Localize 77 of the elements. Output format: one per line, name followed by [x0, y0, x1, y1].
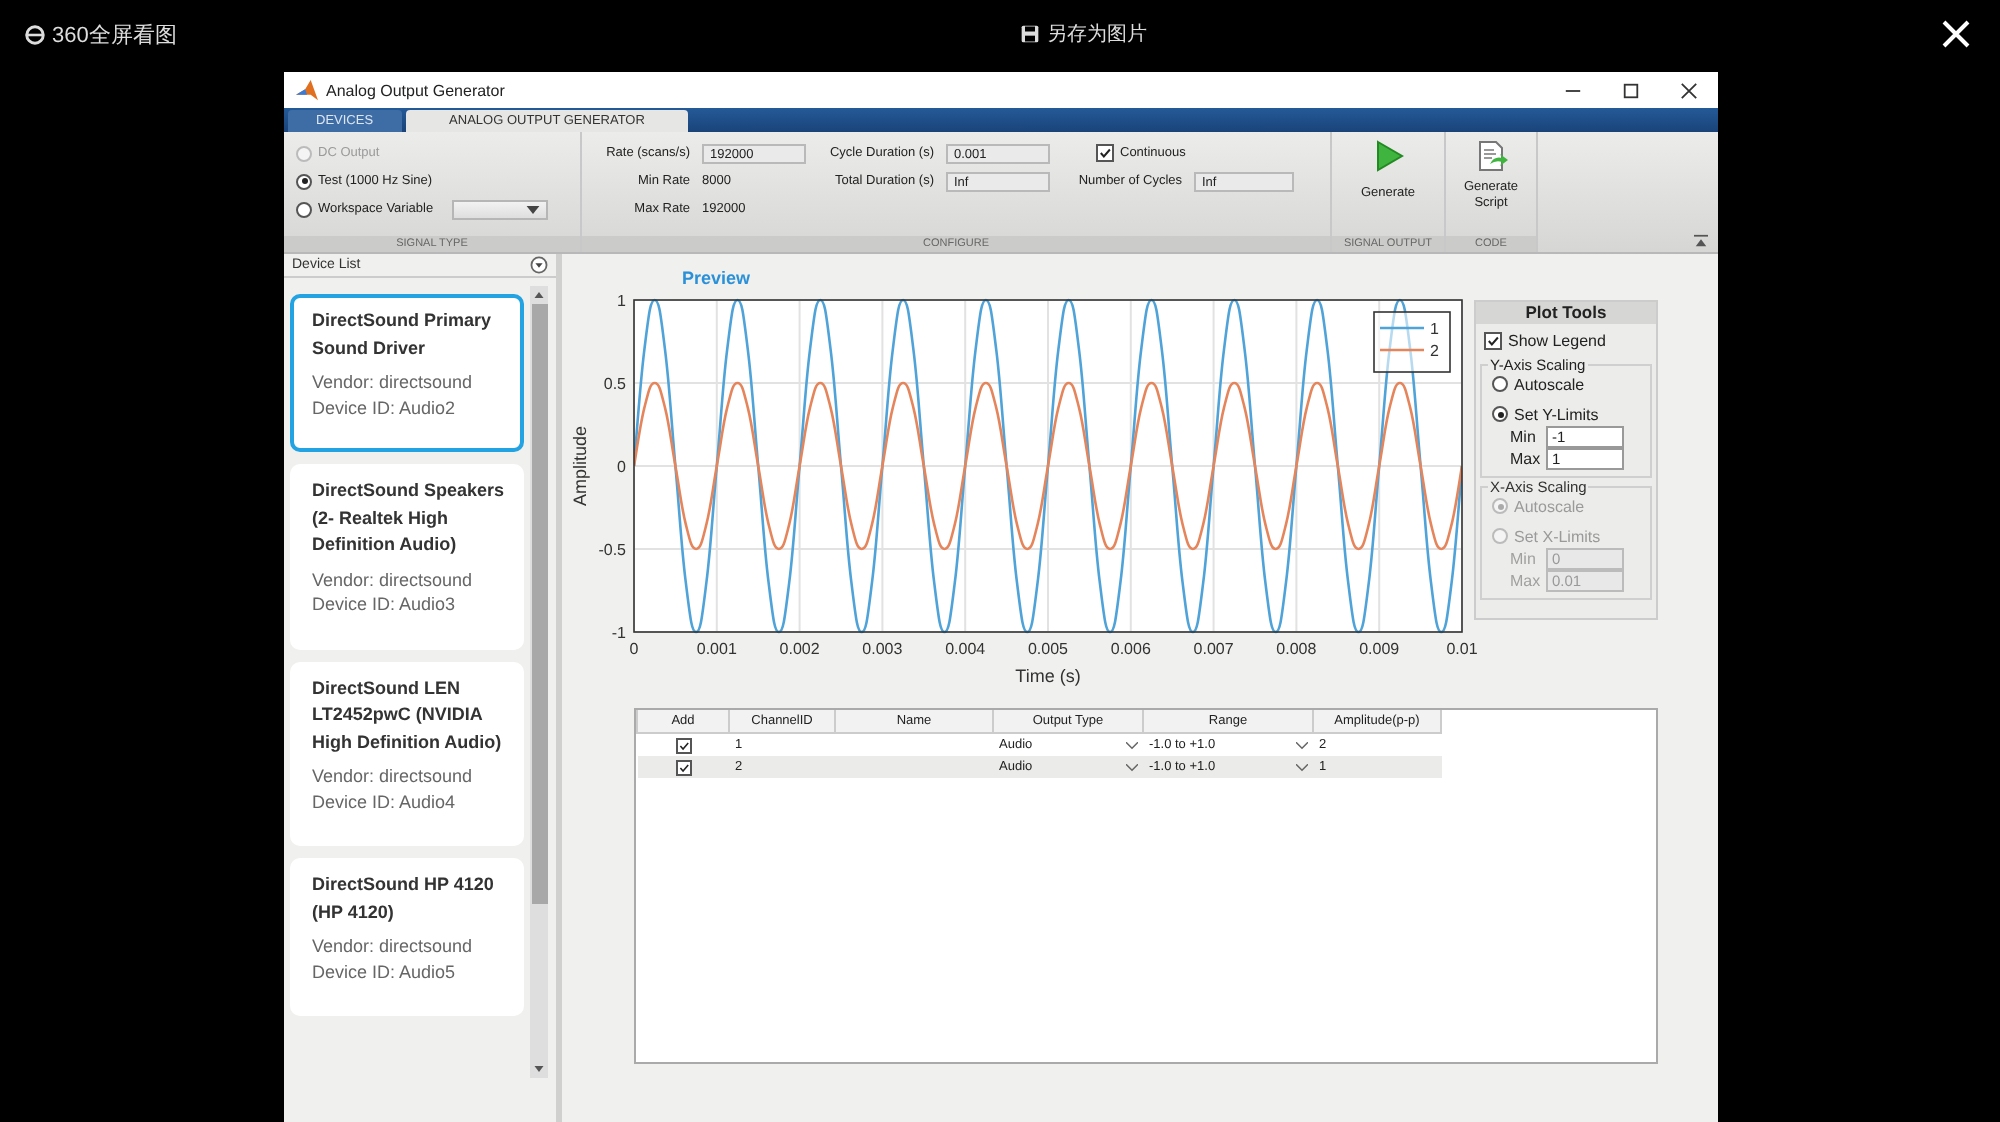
legend-label: 2 [1430, 342, 1440, 360]
radio-label: Set X-Limits [1514, 527, 1601, 545]
radio-label: Set Y-Limits [1514, 405, 1599, 423]
tick-label: 0.002 [779, 640, 820, 658]
save-icon [1019, 24, 1039, 44]
save-as-image-button[interactable]: 另存为图片 [1019, 20, 1147, 48]
caret-icon [1125, 741, 1137, 749]
device-id: Device ID: Audio5 [312, 959, 458, 984]
device-vendor: Vendor: directsound [312, 764, 475, 789]
tick-label: 0.006 [1110, 640, 1151, 658]
device-id: Device ID: Audio3 [312, 592, 458, 617]
field-label: Max [1510, 572, 1540, 590]
collapse-icon[interactable] [1694, 234, 1708, 248]
legend-label: 1 [1430, 320, 1440, 338]
device-card[interactable]: DirectSound Speakers (2- Realtek High Definition Audio) Vendor: directsound Device ID: Audio3 [290, 464, 524, 649]
tick-label: 0.008 [1276, 640, 1317, 658]
checkbox[interactable] [1484, 331, 1502, 349]
device-id: Device ID: Audio2 [312, 395, 458, 420]
tick-label: 0.009 [1359, 640, 1400, 658]
scroll-down-icon[interactable] [534, 1066, 544, 1072]
device-name: DirectSound Speakers (2- Realtek High Definition Audio) [312, 478, 507, 558]
device-vendor: Vendor: directsound [312, 567, 475, 592]
device-vendor: Vendor: directsound [312, 934, 475, 959]
tick-label: 0 [617, 458, 626, 476]
checkbox[interactable] [675, 737, 691, 753]
chart-title: Preview [682, 268, 751, 288]
maximize-icon[interactable] [1622, 81, 1640, 99]
viewer-app-name: 360全屏看图 [52, 21, 177, 49]
play-icon [1372, 140, 1404, 172]
variable-dropdown[interactable] [451, 199, 548, 219]
viewer-logo-icon [24, 23, 46, 45]
tick-label: 0.001 [696, 640, 737, 658]
caret-icon [1295, 741, 1307, 749]
checkbox-label: Show Legend [1508, 331, 1606, 349]
radio-button[interactable] [1492, 406, 1508, 422]
device-vendor: Vendor: directsound [312, 370, 475, 395]
scrollbar[interactable] [530, 286, 548, 1078]
tick-label: 0.003 [862, 640, 903, 658]
caret-icon [1125, 763, 1137, 771]
tick-label: -1 [611, 624, 626, 642]
tick-label: 0.005 [1027, 640, 1069, 658]
field-label: Min [1510, 428, 1538, 446]
device-card[interactable]: DirectSound HP 4120 (HP 4120) Vendor: directsound Device ID: Audio5 [290, 858, 524, 1016]
radio-label: Autoscale [1514, 497, 1585, 515]
scrollbar-thumb[interactable] [531, 304, 547, 904]
tick-label: 0.01 [1446, 640, 1478, 658]
tick-label: -0.5 [598, 541, 626, 559]
radio-button[interactable] [296, 173, 312, 189]
axis-label: Amplitude [570, 425, 590, 507]
window-title: Analog Output Generator [326, 81, 507, 99]
tick-label: 0.5 [603, 375, 626, 393]
field-label: Min [1510, 550, 1538, 568]
device-name: DirectSound Primary Sound Driver [312, 308, 494, 361]
field-label: Max [1510, 450, 1540, 468]
device-name: DirectSound HP 4120 (HP 4120) [312, 872, 496, 926]
tick-label: 0 [629, 640, 639, 658]
device-id: Device ID: Audio4 [312, 789, 458, 814]
checkbox[interactable] [675, 759, 691, 775]
device-name: DirectSound LEN LT2452pwC (NVIDIA High Definition Audio) [312, 675, 504, 756]
tick-label: 0.004 [945, 640, 986, 658]
tick-label: 0.007 [1193, 640, 1234, 658]
dropdown-icon[interactable] [530, 256, 548, 274]
app-logo-icon [296, 79, 318, 101]
caret-icon [525, 205, 540, 213]
radio-button[interactable] [296, 201, 312, 217]
tick-label: 1 [617, 292, 626, 310]
close-icon[interactable] [1680, 81, 1698, 99]
device-card[interactable]: DirectSound Primary Sound Driver Vendor: directsound Device ID: Audio2 [290, 294, 524, 452]
panel-title: Plot Tools [1476, 302, 1656, 324]
script-icon [1475, 140, 1507, 172]
device-card[interactable]: DirectSound LEN LT2452pwC (NVIDIA High Definition Audio) Vendor: directsound Device ID: Audio4 [290, 661, 524, 846]
checkbox[interactable] [1096, 144, 1114, 162]
scroll-up-icon[interactable] [534, 292, 544, 298]
caret-icon [1295, 763, 1307, 771]
radio-label: Autoscale [1514, 375, 1585, 393]
radio-button[interactable] [1492, 376, 1508, 392]
axis-label: Time (s) [1015, 666, 1081, 686]
